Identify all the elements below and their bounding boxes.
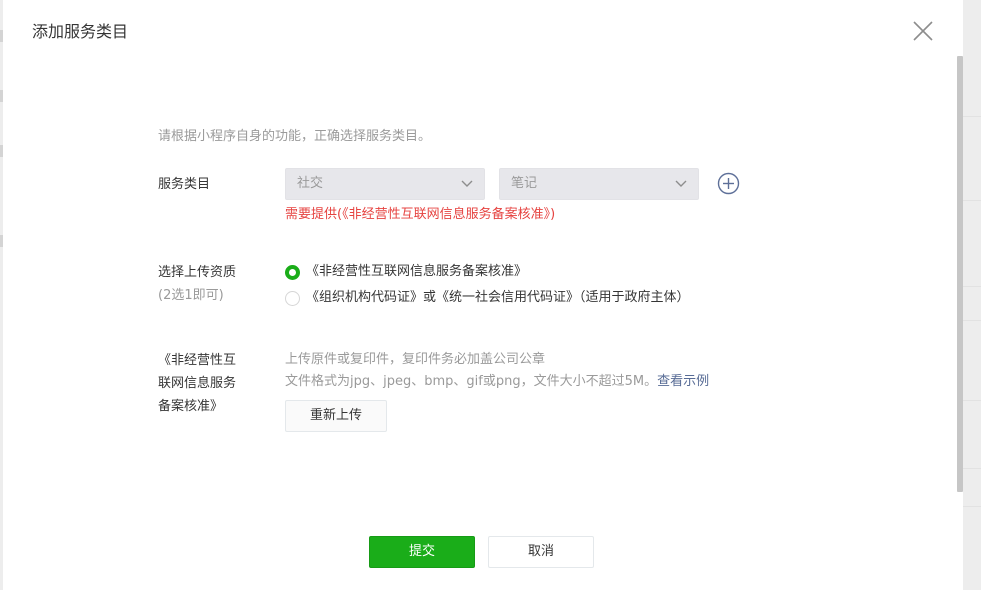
upload-label: 《非经营性互 联网信息服务 备案核准》 [158,349,236,418]
upload-hint-original: 上传原件或复印件，复印件务必加盖公司公章 [285,352,546,367]
qualification-label: 选择上传资质 (2选1即可) [158,261,236,307]
backdrop-divider [963,320,981,321]
qualification-option-label: 《非经营性互联网信息服务备案核准》 [306,264,528,279]
backdrop-divider [963,286,981,287]
intro-text: 请根据小程序自身的功能，正确选择服务类目。 [158,129,432,144]
view-example-link[interactable]: 查看示例 [657,374,709,389]
backdrop-divider [963,400,981,401]
chevron-down-icon [461,180,473,187]
radio-unchecked-icon [285,290,300,306]
backdrop-divider [963,506,981,507]
chevron-down-icon [675,180,687,187]
secondary-category-value: 笔记 [511,176,538,191]
primary-category-value: 社交 [297,176,324,191]
add-category-button[interactable] [717,172,740,195]
submit-button[interactable]: 提交 [369,536,475,568]
secondary-category-select[interactable]: 笔记 [499,168,699,200]
qualification-option-label: 《组织机构代码证》或《统一社会信用代码证》（适用于政府主体） [306,290,690,305]
backdrop-divider [963,200,981,201]
upload-hint-format: 文件格式为jpg、jpeg、bmp、gif或png，文件大小不超过5M。查看示例 [285,371,709,393]
upload-hint-format-text: 文件格式为jpg、jpeg、bmp、gif或png，文件大小不超过5M。 [285,374,658,389]
qualification-sublabel: (2选1即可) [158,288,224,303]
close-button[interactable] [910,18,936,44]
primary-category-select[interactable]: 社交 [285,168,485,200]
service-category-label: 服务类目 [158,177,211,192]
radio-checked-icon [285,264,300,280]
backdrop-divider [963,468,981,469]
upload-label-line: 联网信息服务 [158,376,237,391]
close-icon [913,21,933,41]
dialog-scrollbar[interactable] [957,56,963,492]
add-service-category-dialog: 添加服务类目 请根据小程序自身的功能，正确选择服务类目。 服务类目 社交 笔记 … [3,0,963,590]
qualification-option-org-code[interactable]: 《组织机构代码证》或《统一社会信用代码证》（适用于政府主体） [285,287,690,309]
dialog-title: 添加服务类目 [32,22,129,41]
qualification-label-text: 选择上传资质 [158,265,237,280]
reupload-button[interactable]: 重新上传 [285,400,387,432]
upload-label-line: 《非经营性互 [158,353,237,368]
qualification-option-icp[interactable]: 《非经营性互联网信息服务备案核准》 [285,261,527,283]
requirement-notice: 需要提供(《非经营性互联网信息服务备案核准》) [285,207,556,222]
upload-label-line: 备案核准》 [158,399,224,414]
backdrop-divider [963,116,981,117]
cancel-button[interactable]: 取消 [488,536,594,568]
plus-circle-icon [717,172,740,195]
